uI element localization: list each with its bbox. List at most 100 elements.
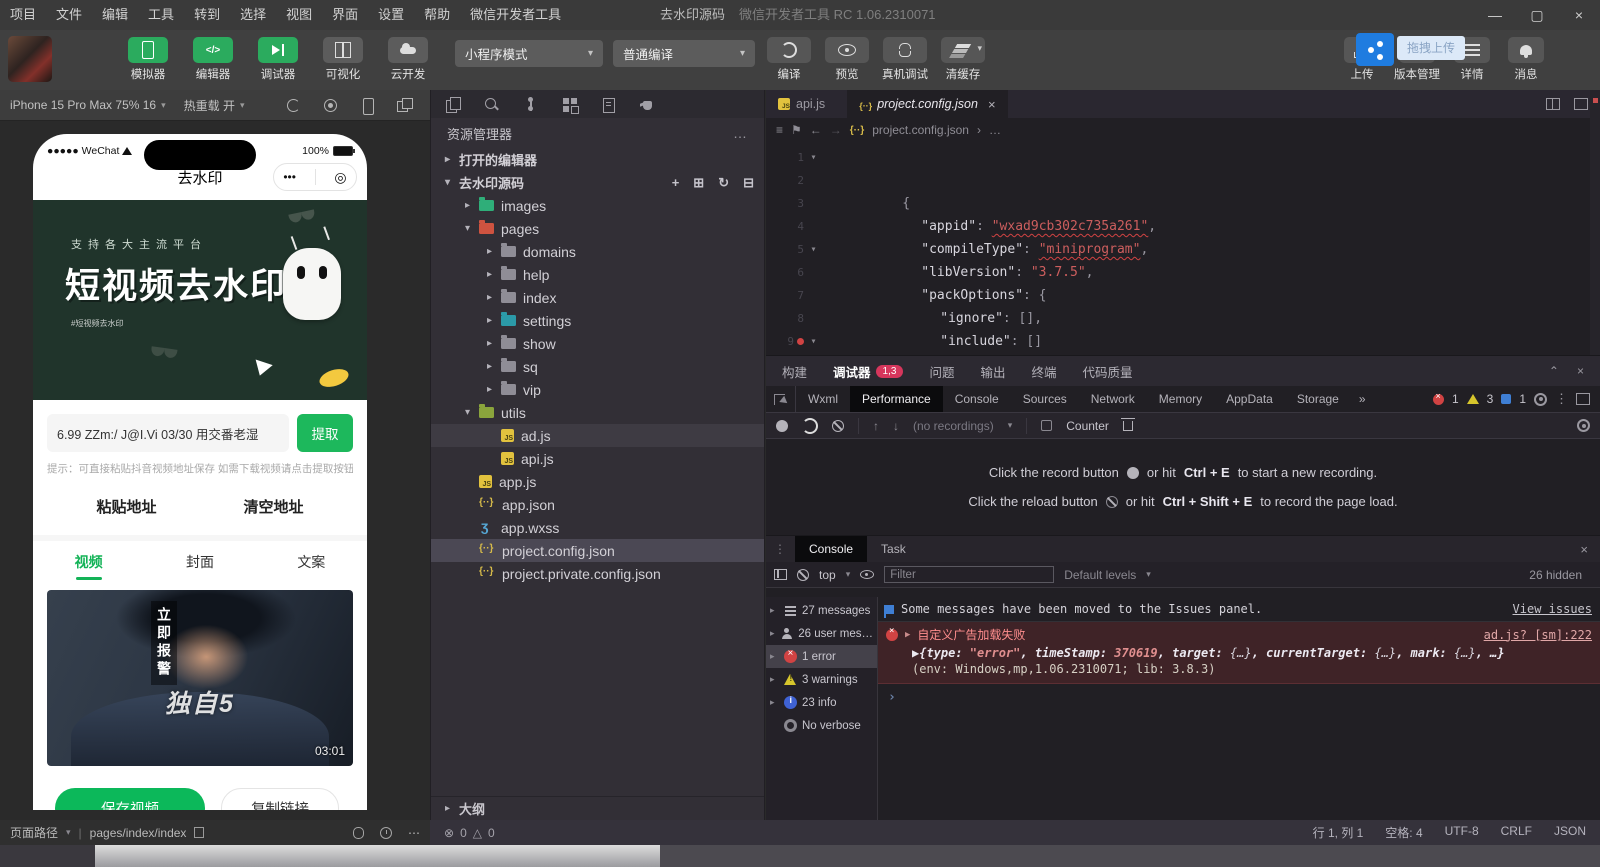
console-filter-row[interactable]: ▸ 27 messages (766, 599, 877, 622)
expand-arrow-icon[interactable]: ▶ (905, 630, 910, 640)
expand-arrow-icon[interactable]: ▸ (770, 628, 775, 639)
live-expression-icon[interactable] (860, 570, 874, 579)
devtools-tab[interactable]: Sources (1011, 386, 1079, 412)
devtools-tab[interactable]: AppData (1214, 386, 1285, 412)
tree-row[interactable]: ▸ sq + ⊞ ↻ ⊟ (431, 355, 764, 378)
error-count-icon[interactable] (1433, 394, 1444, 405)
recordings-select[interactable]: (no recordings) (913, 419, 994, 433)
load-profile-icon[interactable]: ↑ (873, 419, 879, 433)
content-tab[interactable]: 视频 (33, 541, 144, 580)
more-icon[interactable]: ⋯ (408, 826, 420, 840)
clear-icon[interactable] (832, 420, 844, 432)
code-line[interactable]: 4 "libVersion": "3.7.5", (766, 215, 1600, 238)
console-tab[interactable]: Task (867, 536, 920, 562)
source-link[interactable]: ad.js? [sm]:222 (1484, 628, 1592, 642)
close-panel-icon[interactable]: × (1577, 364, 1584, 378)
menu-item[interactable]: 文件 (46, 0, 92, 30)
expand-arrow-icon[interactable]: ▸ (487, 269, 501, 280)
toolbar-nav-button[interactable]: 调试器 (252, 37, 304, 82)
close-tab-icon[interactable]: × (988, 97, 996, 112)
panel-tab[interactable]: 调试器 1,3 (833, 362, 903, 381)
save-video-button[interactable]: 保存视频 (55, 788, 205, 810)
git-branch-icon[interactable] (523, 97, 538, 112)
menu-item[interactable]: 界面 (322, 0, 368, 30)
panel-tab[interactable]: 问题 (929, 362, 954, 381)
levels-select[interactable]: Default levels (1064, 568, 1136, 582)
expand-arrow-icon[interactable]: ▸ (487, 315, 501, 326)
toolbar-action-button[interactable]: 真机调试 (881, 37, 929, 82)
expand-arrow-icon[interactable]: ▸ (487, 292, 501, 303)
console-tab[interactable]: Console (795, 536, 867, 562)
tree-row[interactable]: ▾ 去水印源码 + ⊞ ↻ ⊟ (431, 171, 764, 194)
search-icon[interactable] (484, 97, 499, 112)
bookmark-icon[interactable]: ⚑ (791, 123, 802, 137)
console-filter-row[interactable]: ▸ 23 info (766, 691, 877, 714)
toolbar-nav-button[interactable]: 模拟器 (122, 37, 174, 82)
forward-icon[interactable]: → (830, 123, 842, 137)
close-button[interactable]: × (1558, 0, 1600, 30)
breadcrumb-file[interactable]: project.config.json (872, 123, 969, 137)
split-editor-icon[interactable] (1546, 98, 1560, 110)
tree-row[interactable]: ▸ vip + ⊞ ↻ ⊟ (431, 378, 764, 401)
extensions-icon[interactable] (562, 97, 577, 112)
tree-row[interactable]: project.config.json + ⊞ ↻ ⊟ (431, 539, 764, 562)
files-icon[interactable] (445, 97, 460, 112)
devtools-tab[interactable]: Storage (1285, 386, 1351, 412)
fold-arrow-icon[interactable]: ▾ (807, 330, 820, 353)
popout-icon[interactable] (1576, 393, 1590, 405)
new-folder-icon[interactable]: ⊞ (693, 175, 704, 191)
drag-upload-icon[interactable] (1356, 33, 1394, 66)
code-line[interactable]: 8 }, (766, 307, 1600, 330)
tree-row[interactable]: ▸ settings + ⊞ ↻ ⊟ (431, 309, 764, 332)
console-error-message[interactable]: ▶ 自定义广告加载失败 ad.js? [sm]:222 ▶{type: "err… (878, 622, 1600, 684)
breadcrumb-ellipsis[interactable]: … (989, 123, 1001, 137)
status-item[interactable]: JSON (1554, 824, 1586, 841)
tree-row[interactable]: ▸ images + ⊞ ↻ ⊟ (431, 194, 764, 217)
editor-tab[interactable]: project.config.json × (847, 90, 1007, 118)
copy-link-button[interactable]: 复制链接 (221, 788, 339, 810)
history-icon[interactable] (380, 827, 392, 839)
console-prompt[interactable]: › (878, 684, 1600, 711)
close-drawer-icon[interactable]: × (1580, 542, 1600, 557)
devtools-tab[interactable]: Wxml (796, 386, 850, 412)
device-selector[interactable]: iPhone 15 Pro Max 75% 16 (10, 98, 166, 112)
expand-arrow-icon[interactable]: ▸ (487, 338, 501, 349)
expand-arrow-icon[interactable]: ▸ (770, 651, 779, 662)
panel-tab[interactable]: 终端 (1031, 362, 1056, 381)
editor-tab[interactable]: api.js (766, 90, 847, 118)
list-icon[interactable]: ≡ (776, 123, 783, 137)
refresh-tree-icon[interactable]: ↻ (718, 175, 729, 191)
devtools-tab[interactable]: Console (943, 386, 1011, 412)
sidebar-toggle-icon[interactable] (774, 569, 787, 580)
code-line[interactable]: 6 "ignore": [], (766, 261, 1600, 284)
kebab-menu-icon[interactable]: ⋮ (1555, 391, 1568, 407)
link-action-button[interactable]: 清空地址 (243, 496, 303, 517)
expand-arrow-icon[interactable]: ▸ (770, 605, 779, 616)
expand-arrow-icon[interactable]: ▸ (487, 384, 501, 395)
capsule-button[interactable]: ••• ◎ (273, 163, 357, 191)
multi-window-icon[interactable] (397, 98, 412, 113)
new-file-icon[interactable]: + (672, 175, 680, 191)
toolbar-action-button[interactable]: 预览 (823, 37, 871, 82)
tree-row[interactable]: app.js + ⊞ ↻ ⊟ (431, 470, 764, 493)
expand-arrow-icon[interactable]: ▸ (770, 697, 779, 708)
drawer-handle-icon[interactable]: ⋮ (766, 542, 795, 556)
collapse-all-icon[interactable]: ⊟ (743, 175, 754, 191)
code-line[interactable]: 7 "include": [] (766, 284, 1600, 307)
copy-path-icon[interactable] (194, 827, 204, 838)
tree-row[interactable]: ad.js + ⊞ ↻ ⊟ (431, 424, 764, 447)
record-button[interactable] (776, 420, 788, 432)
code-line[interactable]: 5 ▾ "packOptions": { (766, 238, 1600, 261)
status-item[interactable]: 行 1, 列 1 (1313, 824, 1364, 841)
panel-tab[interactable]: 构建 (782, 362, 807, 381)
expand-arrow-icon[interactable]: ▾ (445, 177, 459, 188)
devtools-tab[interactable]: Performance (850, 386, 943, 412)
expand-arrow-icon[interactable]: ▸ (465, 200, 479, 211)
warning-count-icon[interactable] (1467, 394, 1479, 404)
problems-indicator[interactable]: ⊗0 △0 (444, 826, 495, 840)
toolbar-right-button[interactable]: 消息 (1504, 37, 1548, 82)
save-profile-icon[interactable]: ↓ (893, 419, 899, 433)
tree-row[interactable]: ▸ index + ⊞ ↻ ⊟ (431, 286, 764, 309)
tree-row[interactable]: ▸ 打开的编辑器 + ⊞ ↻ ⊟ (431, 148, 764, 171)
tree-row[interactable]: api.js + ⊞ ↻ ⊟ (431, 447, 764, 470)
